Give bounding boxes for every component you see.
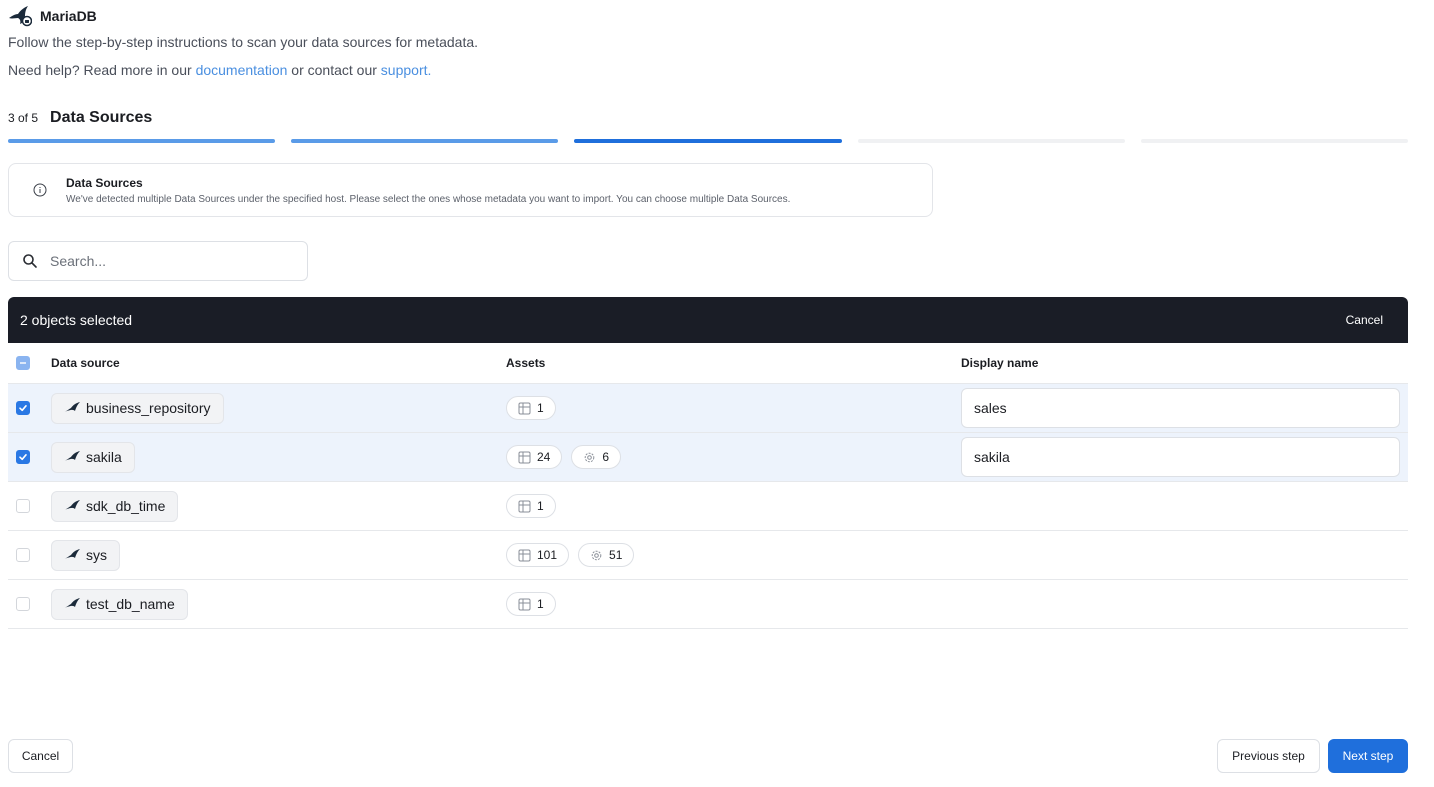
gear-icon <box>583 451 596 464</box>
procedures-count: 51 <box>609 548 623 562</box>
procedures-count-badge: 6 <box>571 445 622 469</box>
mariadb-icon <box>64 598 80 610</box>
progress-segment-1 <box>8 139 276 143</box>
table-row[interactable]: business_repository 1 <box>8 384 1408 433</box>
table-icon <box>518 451 531 464</box>
row-checkbox[interactable] <box>16 401 30 415</box>
header-data-source[interactable]: Data source <box>51 356 506 370</box>
display-name-input[interactable] <box>961 437 1400 477</box>
mariadb-icon <box>64 500 80 512</box>
header-display-name[interactable]: Display name <box>961 356 1408 370</box>
progress-segment-3 <box>574 139 842 143</box>
help-middle: or contact our <box>291 62 377 78</box>
step-title: Data Sources <box>50 109 153 126</box>
select-all-checkbox[interactable] <box>16 356 30 370</box>
data-source-name: sakila <box>86 449 122 465</box>
selection-count: 2 objects selected <box>20 312 133 328</box>
help-prefix: Need help? Read more in our <box>8 62 192 78</box>
cancel-button[interactable]: Cancel <box>8 739 73 773</box>
tables-count-badge: 1 <box>506 396 556 420</box>
data-source-name: test_db_name <box>86 596 175 612</box>
gear-icon <box>590 549 603 562</box>
tables-count: 1 <box>537 401 544 415</box>
table-icon <box>518 549 531 562</box>
tables-count: 101 <box>537 548 558 562</box>
table-icon <box>518 402 531 415</box>
table-icon <box>518 598 531 611</box>
step-heading: 3 of 5 Data Sources <box>8 109 152 127</box>
page-header: MariaDB <box>8 4 97 28</box>
display-name-input[interactable] <box>961 388 1400 428</box>
selection-cancel-button[interactable]: Cancel <box>1346 313 1383 327</box>
tables-count: 1 <box>537 597 544 611</box>
procedures-count-badge: 51 <box>578 543 635 567</box>
help-text: Need help? Read more in our documentatio… <box>8 62 431 78</box>
table-row[interactable]: sakila 24 6 <box>8 433 1408 482</box>
selection-bar: 2 objects selected Cancel <box>8 297 1408 343</box>
info-title: Data Sources <box>66 175 143 190</box>
documentation-link[interactable]: documentation <box>196 62 288 78</box>
progress-segment-2 <box>291 139 559 143</box>
search-input[interactable] <box>50 253 290 269</box>
header-assets[interactable]: Assets <box>506 356 961 370</box>
table-row[interactable]: sdk_db_time 1 <box>8 482 1408 531</box>
row-checkbox[interactable] <box>16 548 30 562</box>
mariadb-icon <box>64 402 80 414</box>
tables-count-badge: 24 <box>506 445 563 469</box>
row-checkbox[interactable] <box>16 499 30 513</box>
info-icon <box>33 183 47 197</box>
data-source-chip: test_db_name <box>51 588 188 620</box>
data-source-chip: sys <box>51 539 120 571</box>
progress-segment-4 <box>857 139 1125 143</box>
data-source-chip: sdk_db_time <box>51 490 179 522</box>
tables-count-badge: 101 <box>506 543 570 567</box>
row-checkbox[interactable] <box>16 597 30 611</box>
info-description: We've detected multiple Data Sources und… <box>66 193 791 205</box>
tables-count: 1 <box>537 499 544 513</box>
data-source-chip: business_repository <box>51 392 224 424</box>
data-source-chip: sakila <box>51 441 135 473</box>
search-icon <box>22 253 38 269</box>
table-row[interactable]: sys 101 51 <box>8 531 1408 580</box>
mariadb-icon <box>64 549 80 561</box>
step-progress-bar <box>8 139 1409 143</box>
table-row[interactable]: test_db_name 1 <box>8 580 1408 629</box>
table-icon <box>518 500 531 513</box>
step-counter: 3 of 5 <box>8 111 39 125</box>
previous-step-button[interactable]: Previous step <box>1217 739 1320 773</box>
procedures-count: 6 <box>602 450 610 464</box>
info-callout: Data Sources We've detected multiple Dat… <box>8 163 933 217</box>
page-title: MariaDB <box>40 8 97 24</box>
tables-count: 24 <box>537 450 551 464</box>
mariadb-icon <box>64 451 80 463</box>
support-link[interactable]: support. <box>381 62 432 78</box>
tables-count-badge: 1 <box>506 592 556 616</box>
search-box[interactable] <box>8 241 308 281</box>
table-header: Data source Assets Display name <box>8 343 1408 384</box>
intro-text: Follow the step-by-step instructions to … <box>8 34 479 50</box>
data-source-name: sys <box>86 547 107 563</box>
data-source-name: business_repository <box>86 400 211 416</box>
data-source-name: sdk_db_time <box>86 498 166 514</box>
mariadb-seal-icon <box>8 4 32 28</box>
next-step-button[interactable]: Next step <box>1328 739 1408 773</box>
data-source-table: Data source Assets Display name business… <box>8 343 1408 629</box>
row-checkbox[interactable] <box>16 450 30 464</box>
progress-segment-5 <box>1140 139 1409 143</box>
tables-count-badge: 1 <box>506 494 556 518</box>
